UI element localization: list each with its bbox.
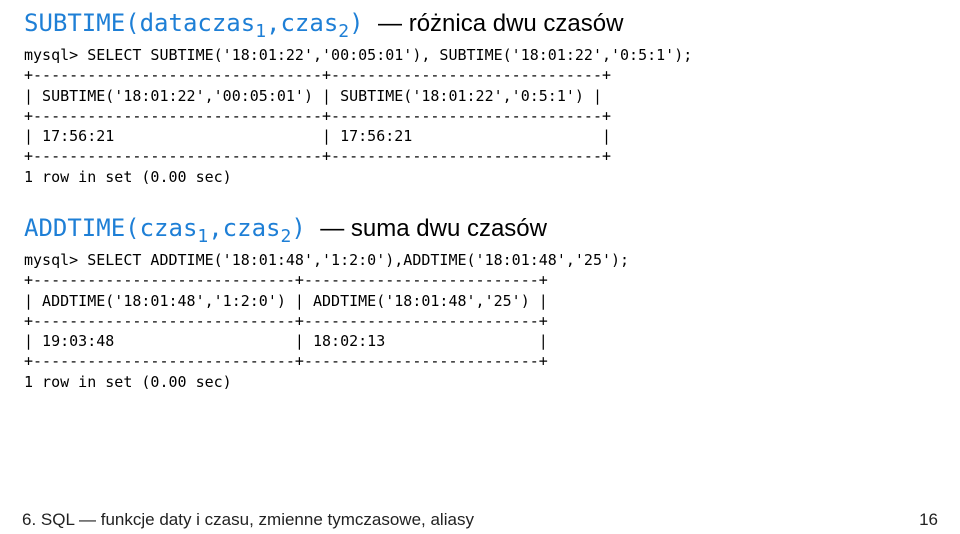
func2-name: ADDTIME(czas [24,214,197,242]
func1-desc: — różnica dwu czasów [378,10,623,37]
func1-name: SUBTIME(dataczas [24,9,255,37]
func1-mid: ,czas [266,9,338,37]
section-gap [24,187,936,213]
func1-sub1: 1 [255,21,266,42]
func1-sub2: 2 [338,21,349,42]
func2-close: ) [291,214,305,242]
section2-title: ADDTIME(czas1,czas2) — suma dwu czasów [24,213,936,244]
func2-sub1: 1 [197,226,208,247]
page-number: 16 [919,510,938,530]
page-content: SUBTIME(dataczas1,czas2) — różnica dwu c… [0,0,960,392]
func2-sub2: 2 [280,226,291,247]
func1-close: ) [349,9,363,37]
terminal-output-1: mysql> SELECT SUBTIME('18:01:22','00:05:… [24,45,936,187]
func2-desc: — suma dwu czasów [320,215,547,242]
footer-title: 6. SQL — funkcje daty i czasu, zmienne t… [22,510,474,530]
func1-signature: SUBTIME(dataczas1,czas2) [24,9,378,37]
func2-mid: ,czas [208,214,280,242]
footer: 6. SQL — funkcje daty i czasu, zmienne t… [0,500,960,534]
func2-signature: ADDTIME(czas1,czas2) [24,214,320,242]
terminal-output-2: mysql> SELECT ADDTIME('18:01:48','1:2:0'… [24,250,936,392]
section1-title: SUBTIME(dataczas1,czas2) — różnica dwu c… [24,8,936,39]
